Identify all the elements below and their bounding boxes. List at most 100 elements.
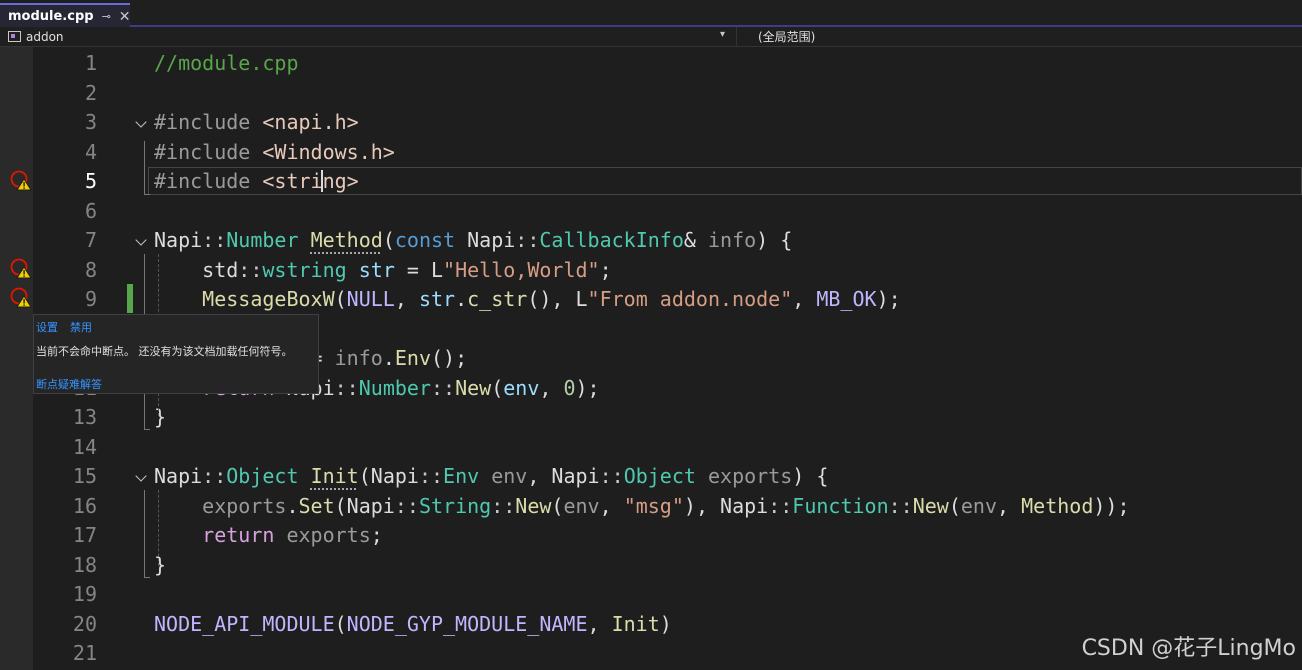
code-line[interactable]: 15 Napi::Object Init(Napi::Env env, Napi:…	[0, 462, 1302, 492]
code-token: ;	[599, 257, 612, 282]
line-number: 8	[84, 257, 97, 282]
breakpoint-warning-icon[interactable]	[10, 286, 32, 308]
troubleshoot-link[interactable]: 断点疑难解答	[36, 376, 102, 392]
disable-link[interactable]: 禁用	[70, 319, 92, 335]
code-token: env	[960, 493, 998, 518]
code-token: ::	[430, 375, 456, 400]
code-token: .	[455, 287, 468, 311]
pin-icon[interactable]: ⊸	[102, 10, 111, 23]
line-number: 1	[84, 51, 97, 75]
code-token: "Hello,World"	[443, 257, 600, 282]
divider	[736, 27, 737, 46]
code-line[interactable]: 16 exports.Set(Napi::String::New(env, "m…	[0, 492, 1302, 522]
code-line[interactable]: 17 return exports;	[0, 521, 1302, 551]
code-text[interactable]: #include <string>	[154, 167, 359, 196]
code-token: &	[683, 228, 708, 252]
code-token: ::	[334, 375, 359, 400]
code-token: ;	[370, 523, 383, 547]
code-text[interactable]: std::wstring str = L"Hello,World";	[154, 256, 612, 285]
tab-title: module.cpp	[8, 8, 94, 24]
project-dropdown[interactable]: addon	[8, 27, 736, 46]
code-token: ));	[1093, 493, 1130, 518]
code-token: const	[394, 228, 456, 252]
code-token: ,	[587, 611, 612, 636]
code-text[interactable]: #include <Windows.h>	[154, 138, 395, 167]
tab-module-cpp[interactable]: module.cpp ⊸ ✕	[0, 3, 131, 27]
code-line[interactable]: 18}	[0, 551, 1302, 581]
code-line[interactable]: 9 MessageBoxW(NULL, str.c_str(), L"From …	[0, 285, 1302, 315]
fold-chevron-icon[interactable]	[135, 116, 147, 128]
code-line[interactable]: 4 #include <Windows.h>	[0, 138, 1302, 168]
code-token: ::	[202, 464, 227, 488]
block-bracket	[144, 141, 150, 195]
code-token: NODE_API_MODULE	[154, 611, 335, 636]
fold-chevron-icon[interactable]	[135, 234, 147, 246]
code-token: ::	[599, 464, 624, 488]
code-text[interactable]: NODE_API_MODULE(NODE_GYP_MODULE_NAME, In…	[154, 610, 672, 639]
line-number: 2	[84, 80, 97, 105]
block-bracket	[144, 490, 150, 578]
line-number: 15	[72, 464, 97, 488]
code-text[interactable]: //module.cpp	[154, 49, 299, 78]
code-token: Method	[1021, 493, 1094, 518]
watermark: CSDN @花子LingMo	[1081, 636, 1296, 661]
code-text[interactable]: exports.Set(Napi::String::New(env, "msg"…	[154, 492, 1129, 521]
fold-chevron-icon[interactable]	[135, 470, 147, 482]
code-token: Object	[226, 464, 299, 488]
code-token: ) {	[756, 228, 793, 252]
code-line[interactable]: 3 #include <napi.h>	[0, 108, 1302, 138]
code-text[interactable]: #include <napi.h>	[154, 108, 359, 137]
code-token: exports	[707, 464, 793, 488]
code-token: );	[575, 375, 600, 400]
line-number: 17	[72, 523, 97, 547]
code-token: <Windows.h>	[262, 139, 395, 164]
code-text[interactable]: Napi::Object Init(Napi::Env env, Napi::O…	[154, 462, 828, 491]
code-text[interactable]: }	[154, 551, 166, 580]
code-line[interactable]: 6	[0, 197, 1302, 227]
code-line[interactable]: 13}	[0, 403, 1302, 433]
code-token: .	[382, 346, 395, 370]
code-text[interactable]: }	[154, 403, 166, 432]
code-token: str	[418, 287, 456, 311]
code-line[interactable]: 8 std::wstring str = L"Hello,World";	[0, 256, 1302, 286]
line-number: 20	[72, 611, 97, 636]
line-number: 19	[72, 582, 97, 606]
code-line[interactable]: 19	[0, 580, 1302, 610]
code-token: NULL	[346, 287, 395, 311]
line-number: 13	[72, 405, 97, 429]
code-token: )	[659, 611, 672, 636]
code-token: ::	[888, 493, 913, 518]
scope-label: (全局范围)	[758, 30, 816, 44]
code-token: MessageBoxW	[202, 287, 335, 311]
scope-dropdown[interactable]: (全局范围)	[758, 27, 815, 46]
line-number: 16	[72, 493, 97, 518]
code-text[interactable]: return exports;	[154, 521, 383, 550]
code-token: .	[286, 493, 299, 518]
code-token: Method	[310, 228, 383, 252]
code-line[interactable]: 2	[0, 79, 1302, 109]
code-token: wstring	[262, 257, 347, 282]
code-line[interactable]: 5 #include <string>	[0, 167, 1302, 197]
close-icon[interactable]: ✕	[119, 8, 131, 25]
code-token: env	[503, 375, 540, 400]
code-line[interactable]: 14	[0, 433, 1302, 463]
line-number: 14	[72, 434, 97, 459]
chevron-down-icon[interactable]: ▾	[720, 29, 725, 40]
code-text[interactable]: MessageBoxW(NULL, str.c_str(), L"From ad…	[154, 285, 900, 314]
code-text[interactable]: Napi::Number Method(const Napi::Callback…	[154, 226, 792, 255]
settings-link[interactable]: 设置	[36, 319, 58, 335]
breakpoint-warning-icon[interactable]	[10, 257, 32, 279]
code-token: ::	[202, 228, 227, 252]
code-token: Object	[623, 464, 696, 488]
code-token: }	[154, 552, 167, 577]
code-line[interactable]: 1 //module.cpp	[0, 49, 1302, 79]
code-token: ) {	[792, 464, 829, 488]
code-editor[interactable]: 1 //module.cpp 2 3 #include <napi.h> 4 #includ…	[0, 47, 1302, 670]
code-line[interactable]: 7 Napi::Number Method(const Napi::Callbac…	[0, 226, 1302, 256]
breakpoint-warning-icon[interactable]	[10, 169, 32, 191]
code-token: Env	[394, 346, 431, 370]
code-token: (	[551, 493, 564, 518]
